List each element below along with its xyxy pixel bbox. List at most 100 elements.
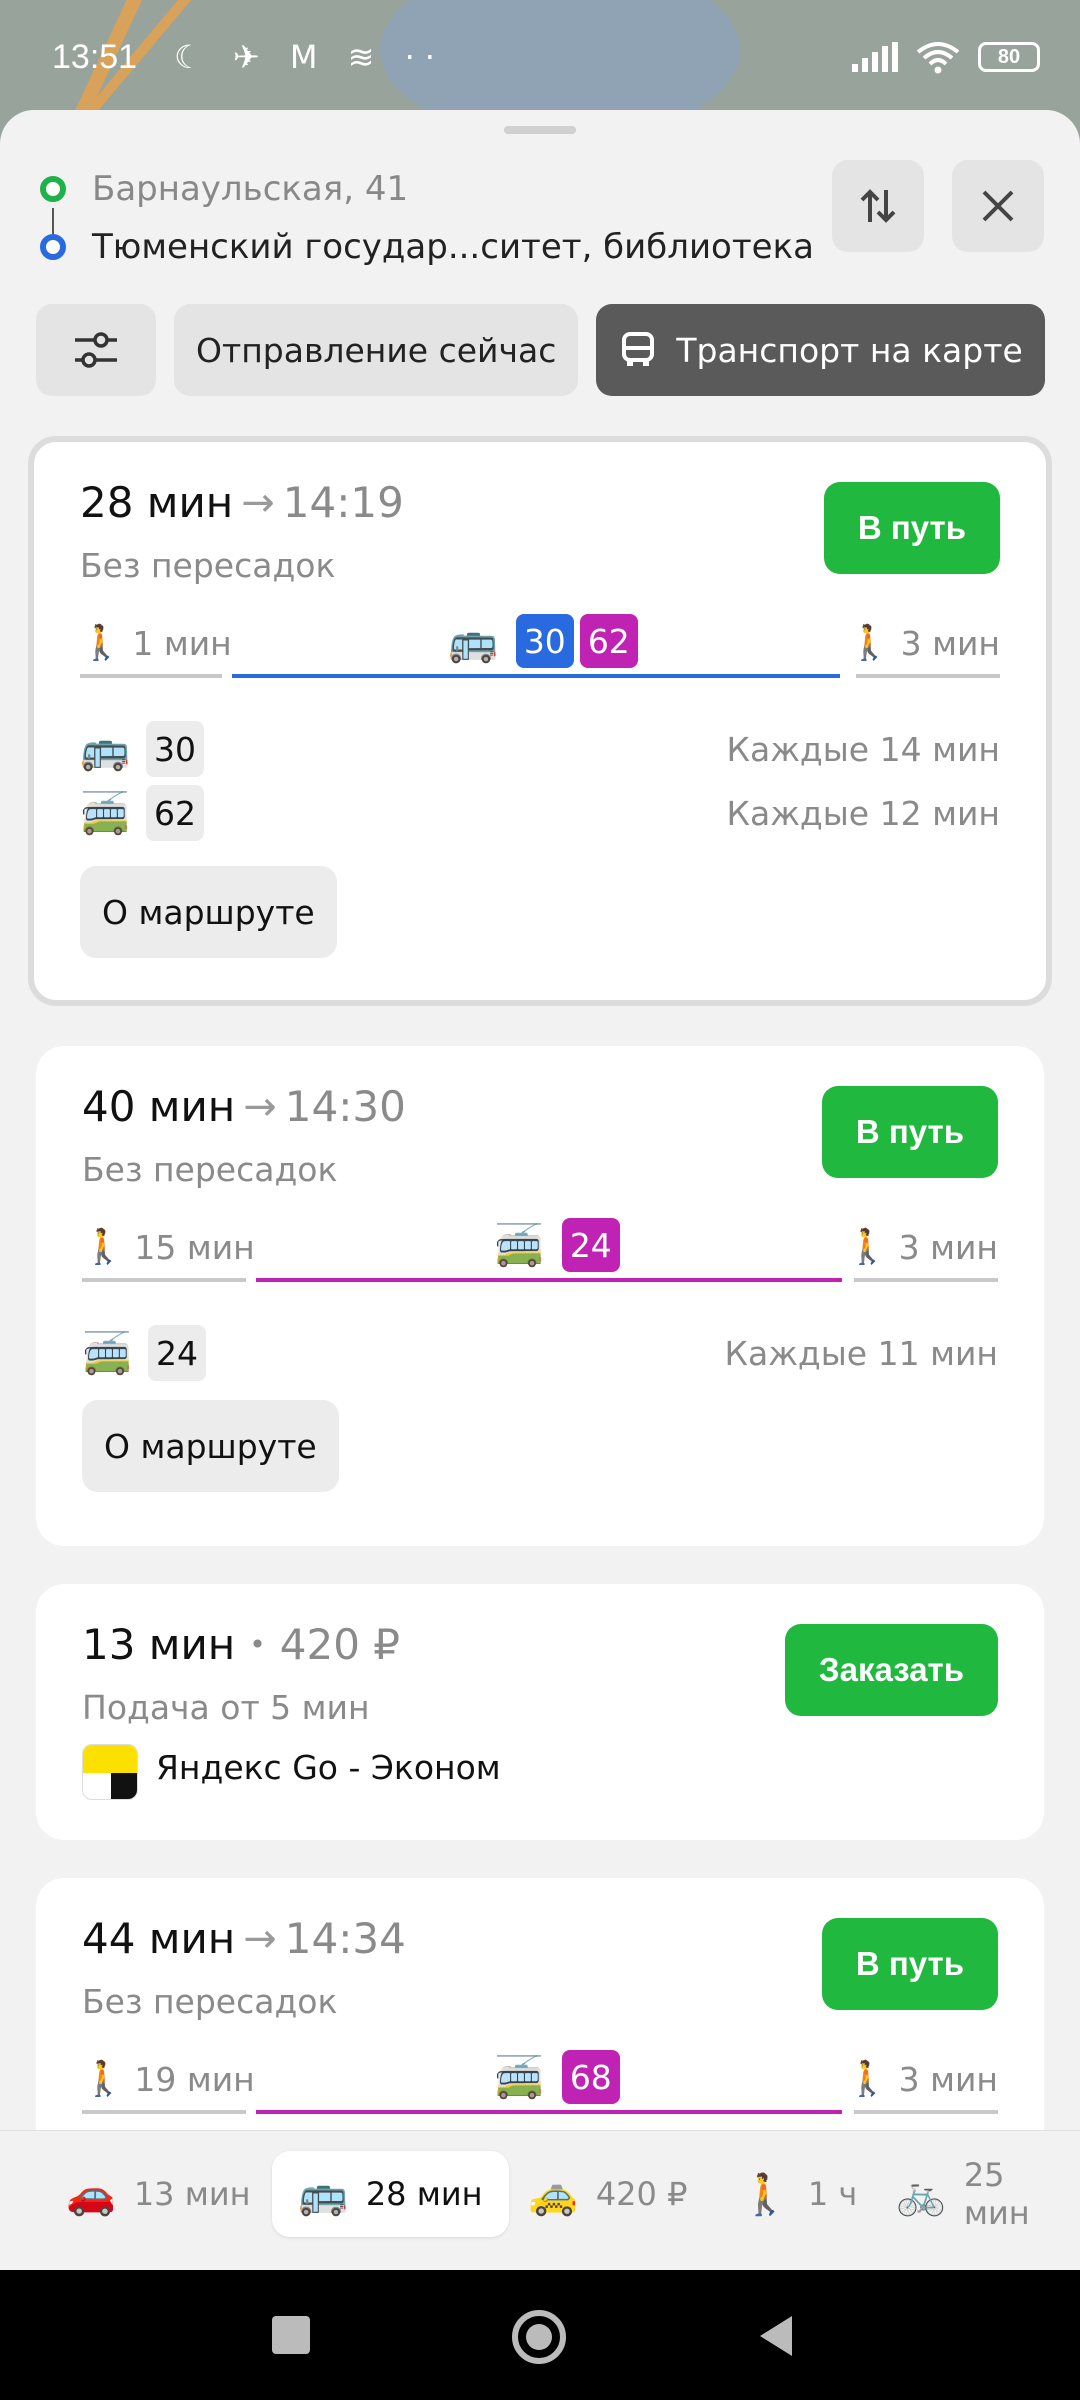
tab-label: 28 мин (365, 2175, 483, 2213)
status-time: 13:51 (52, 38, 138, 76)
route-badge: 68 (561, 2050, 620, 2104)
tab-car[interactable]: 🚗 13 мин (66, 2151, 251, 2237)
route-number: 24 (148, 1325, 206, 1381)
route-connector (52, 208, 54, 234)
frequency-row: 🚎 62 Каждые 12 мин (80, 784, 1000, 842)
trolleybus-icon: 🚎 (82, 1330, 132, 1377)
route-to[interactable]: Тюменский государ...ситет, библиотека (40, 218, 814, 276)
tab-bike[interactable]: 🚲 25 мин (896, 2151, 1080, 2237)
walk-start-time: 15 мин (134, 1227, 255, 1267)
route-badge: 24 (561, 1218, 620, 1272)
walk-end-time: 3 мин (900, 623, 1000, 663)
arrival-time: 14:19 (282, 478, 404, 527)
go-button[interactable]: В путь (821, 1918, 998, 2010)
walk-end: 🚶 3 мин (846, 1218, 998, 1276)
transport-on-map-chip[interactable]: Транспорт на карте (596, 304, 1045, 396)
taxi-card[interactable]: 13 мин • 420 ₽ Подача от 5 мин Заказать … (36, 1584, 1044, 1840)
walk-icon: 🚶 (80, 623, 123, 663)
battery-icon: 80 (978, 42, 1040, 72)
filters-button[interactable] (36, 304, 156, 396)
wifi-icon (916, 42, 960, 74)
route-duration: 40 мин → 14:30 (82, 1082, 406, 1131)
walk-start-time: 1 мин (132, 623, 232, 663)
transport-on-map-label: Транспорт на карте (676, 330, 1023, 370)
taxi-service-name: Яндекс Go - Эконом (156, 1748, 501, 1787)
walk-end-time: 3 мин (898, 2059, 998, 2099)
walk-start: 🚶 19 мин (82, 2050, 255, 2108)
bus-icon (622, 332, 655, 366)
system-nav-bar (0, 2270, 1080, 2400)
walk-segment (82, 2110, 246, 2114)
walk-icon: 🚶 (82, 2059, 125, 2099)
route-sheet: Барнаульская, 41 Тюменский государ...сит… (0, 110, 1080, 2270)
route-card[interactable]: 28 мин → 14:19 Без пересадок В путь 🚶 1 … (28, 436, 1052, 1006)
duration-value: 40 мин (82, 1082, 236, 1131)
tab-transit[interactable]: 🚌 28 мин (272, 2151, 509, 2237)
go-button[interactable]: В путь (823, 482, 1000, 574)
notification-icons: ☾ ✈ M ≋ ·· (174, 38, 445, 76)
bus-icon: 🚌 (448, 618, 498, 665)
arrival-time: 14:30 (284, 1082, 406, 1131)
walk-icon: 🚶 (848, 623, 891, 663)
route-timeline: 🚶 1 мин 🚌 30 62 🚶 3 мин (80, 614, 1000, 686)
walk-start-time: 19 мин (134, 2059, 255, 2099)
departure-time-chip[interactable]: Отправление сейчас (174, 304, 579, 396)
walk-segment (854, 1278, 998, 1282)
taxi-duration: 13 мин • 420 ₽ (82, 1620, 400, 1669)
transfers-label: Без пересадок (82, 1982, 338, 2021)
tab-label: 13 мин (133, 2175, 251, 2213)
route-timeline: 🚶 15 мин 🚎 24 🚶 3 мин (82, 1218, 998, 1290)
trolleybus-icon: 🚎 (80, 790, 130, 837)
vehicle-badges: 🚎 68 (494, 2050, 620, 2104)
transfers-label: Без пересадок (82, 1150, 338, 1189)
about-route-button[interactable]: О маршруте (80, 866, 337, 958)
walk-end: 🚶 3 мин (848, 614, 1000, 672)
about-route-button[interactable]: О маршруте (82, 1400, 339, 1492)
transit-segment (256, 1278, 842, 1282)
frequency-row: 🚎 24 Каждые 11 мин (82, 1324, 998, 1382)
go-button[interactable]: В путь (821, 1086, 998, 1178)
bike-icon: 🚲 (896, 2171, 946, 2218)
walk-icon: 🚶 (82, 1227, 125, 1267)
tab-walk[interactable]: 🚶 1 ч (740, 2151, 857, 2237)
trolleybus-icon: 🚎 (494, 2054, 544, 2101)
route-from[interactable]: Барнаульская, 41 (40, 160, 814, 218)
walk-icon: 🚶 (740, 2171, 790, 2218)
duration-value: 28 мин (80, 478, 234, 527)
status-bar: 13:51 ☾ ✈ M ≋ ·· 80 (0, 0, 1080, 120)
tab-label: 420 ₽ (595, 2175, 688, 2213)
walk-start: 🚶 1 мин (80, 614, 232, 672)
close-button[interactable] (952, 160, 1044, 252)
route-duration: 44 мин → 14:34 (82, 1914, 406, 1963)
swap-button[interactable] (832, 160, 924, 252)
route-badge: 30 (515, 614, 574, 668)
vehicle-badges: 🚎 24 (494, 1218, 620, 1272)
recents-button[interactable] (272, 2316, 310, 2354)
walk-end: 🚶 3 мин (846, 2050, 998, 2108)
tab-taxi[interactable]: 🚕 420 ₽ (528, 2151, 687, 2237)
route-card[interactable]: 40 мин → 14:30 Без пересадок В путь 🚶 15… (36, 1046, 1044, 1546)
car-icon: 🚗 (66, 2171, 116, 2218)
duration-value: 13 мин (82, 1620, 236, 1669)
walk-segment (80, 674, 222, 678)
pickup-time: Подача от 5 мин (82, 1688, 370, 1727)
vehicle-badges: 🚌 30 62 (448, 614, 638, 668)
options-chips: Отправление сейчас Транспорт на карте (36, 304, 1045, 396)
sheet-handle[interactable] (504, 126, 576, 134)
route-duration: 28 мин → 14:19 (80, 478, 404, 527)
walk-segment (82, 1278, 246, 1282)
trolleybus-icon: 🚎 (494, 1222, 544, 1269)
separator-dot: • (249, 1628, 266, 1661)
route-number: 62 (146, 785, 204, 841)
route-timeline: 🚶 19 мин 🚎 68 🚶 3 мин (82, 2050, 998, 2122)
arrow-right-icon: → (241, 479, 275, 526)
order-button[interactable]: Заказать (784, 1624, 998, 1716)
arrow-right-icon: → (243, 1915, 277, 1962)
signal-icon (852, 42, 898, 72)
back-button[interactable] (760, 2316, 792, 2356)
taxi-icon: 🚕 (528, 2171, 578, 2218)
tab-label: 1 ч (807, 2175, 858, 2213)
bus-icon: 🚌 (298, 2171, 348, 2218)
home-button[interactable] (512, 2310, 566, 2364)
frequency-text: Каждые 12 мин (726, 793, 1000, 833)
